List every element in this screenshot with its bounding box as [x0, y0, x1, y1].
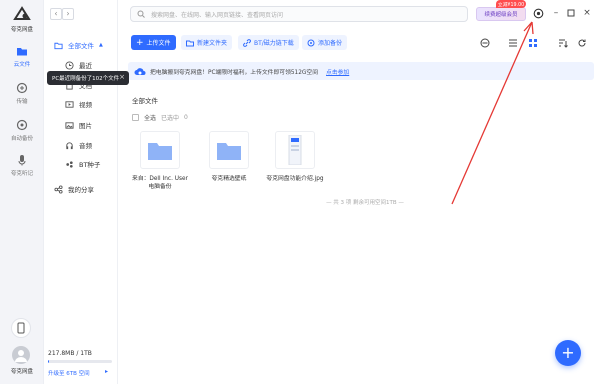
sidebar-item-images[interactable]: 图片 [44, 116, 118, 134]
share-icon [54, 184, 63, 194]
storage-bar [48, 360, 112, 363]
bt-download-button[interactable]: BT/磁力链下载 [238, 35, 299, 50]
sidebar-item-audio[interactable]: 音频 [44, 136, 118, 154]
refresh-icon[interactable] [577, 38, 587, 48]
folder-icon [209, 131, 249, 169]
file-item[interactable]: 夸克精选壁纸 [198, 131, 260, 183]
plus-icon: + [136, 37, 144, 48]
left-rail: 夸克网盘 云文件 传输 自动备份 夸克听记 夸克网盘 [0, 0, 44, 384]
new-folder-icon [186, 40, 194, 46]
backup-tooltip: PC最近刚备份了102个文件 × [47, 71, 129, 85]
new-folder-button[interactable]: 新建文件夹 [181, 35, 233, 50]
link-icon [243, 38, 251, 47]
clock-icon [65, 60, 74, 70]
quark-logo-icon [13, 6, 31, 20]
upgrade-arrow-icon[interactable]: ▸ [105, 368, 108, 375]
file-item[interactable]: 夸克网盘功能介绍.jpg [264, 131, 326, 183]
close-window-button[interactable]: × [582, 8, 592, 18]
upload-button[interactable]: + 上传文件 [131, 35, 176, 50]
breadcrumb: 全部文件 [132, 97, 158, 105]
folder-outline-icon [54, 42, 63, 49]
select-all[interactable]: 全选 已选中 0 [132, 113, 188, 122]
add-fab-button[interactable]: + [555, 340, 581, 366]
rail-item-quark-notes[interactable]: 夸克听记 [0, 154, 44, 177]
backup-circle-icon [307, 39, 315, 46]
storage-fill [48, 360, 50, 363]
file-name: 夸克网盘功能介绍.jpg [266, 176, 324, 182]
video-icon [65, 100, 74, 108]
sidebar-item-bt-seeds[interactable]: BT种子 [44, 155, 118, 173]
rail-item-auto-backup[interactable]: 自动备份 [0, 119, 44, 142]
forward-button[interactable]: › [62, 8, 74, 20]
microphone-icon [18, 155, 26, 166]
sidebar: 全部文件 ▲ 最近 文档 视频 图片 音频 BT种子 我的分享 [44, 0, 118, 384]
caret-up-icon: ▲ [99, 42, 103, 48]
folder-icon [140, 131, 180, 169]
file-name: 来自：Dell Inc. User 电脑备份 [132, 176, 188, 190]
upgrade-link[interactable]: 升级至 6TB 空间 [48, 369, 90, 377]
add-backup-button[interactable]: 添加备份 [302, 35, 348, 50]
headphones-icon [66, 141, 73, 149]
sidebar-item-my-share[interactable]: 我的分享 [44, 180, 118, 198]
avatar[interactable] [12, 346, 30, 364]
vip-discount-badge: 立减¥19.00 [496, 0, 526, 8]
seed-icon [66, 160, 73, 168]
app-name: 夸克网盘 [10, 27, 33, 33]
sidebar-item-video[interactable]: 视频 [44, 95, 118, 113]
rail-item-cloud-files[interactable]: 云文件 [0, 45, 44, 68]
search-input[interactable]: 搜索网盘、在线网、输入网页链接、查看网页访问 [130, 6, 468, 22]
file-name: 夸克精选壁纸 [211, 176, 247, 182]
minimize-button[interactable]: – [551, 8, 561, 18]
image-thumbnail-icon [275, 131, 315, 169]
back-button[interactable]: ‹ [50, 8, 62, 20]
footer-note: — 共 3 项 剩余可用空间1TB — [326, 200, 404, 206]
transfer-icon [16, 82, 28, 94]
user-name: 夸克网盘 [10, 369, 33, 375]
app-logo: 夸克网盘 [10, 6, 34, 33]
cloud-icon [134, 68, 146, 75]
sort-icon[interactable] [558, 38, 568, 48]
banner-link[interactable]: 点击参加 [326, 67, 349, 76]
rail-item-transfer[interactable]: 传输 [0, 82, 44, 105]
phone-icon[interactable] [11, 318, 31, 338]
file-item[interactable]: 来自：Dell Inc. User 电脑备份 [129, 131, 191, 191]
sidebar-item-all-files[interactable]: 全部文件 ▲ [44, 36, 118, 54]
folder-icon [17, 48, 27, 56]
close-icon[interactable]: × [119, 73, 125, 81]
maximize-button[interactable] [566, 8, 576, 18]
select-all-checkbox[interactable] [132, 114, 139, 121]
annotation-arrow [451, 21, 534, 205]
search-icon [137, 10, 145, 18]
image-icon [65, 121, 74, 129]
storage-usage: 217.8MB / 1TB [48, 350, 92, 357]
backup-icon [16, 119, 28, 131]
